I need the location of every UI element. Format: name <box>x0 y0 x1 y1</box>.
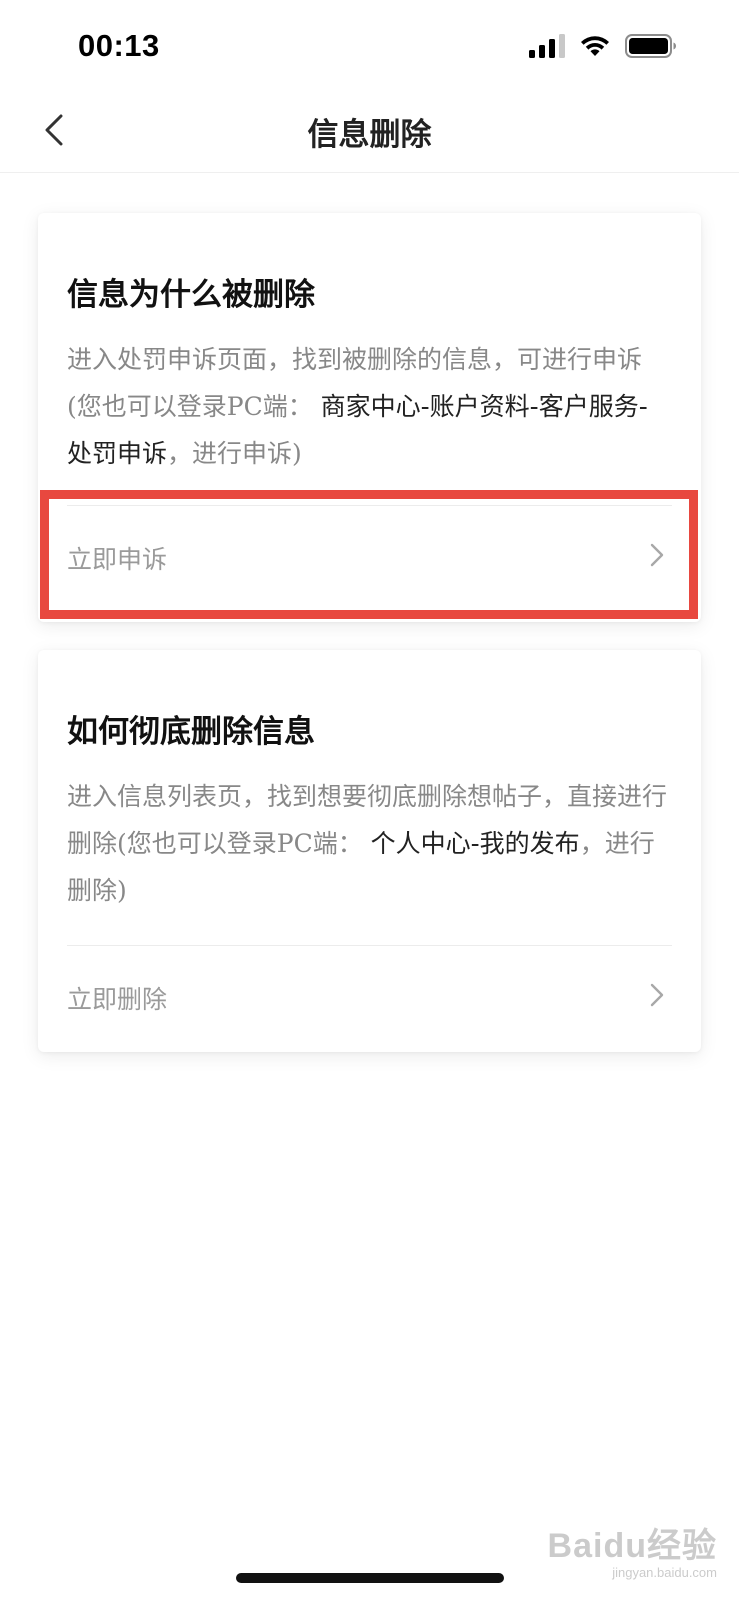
battery-icon <box>625 34 676 58</box>
status-bar: 00:13 <box>0 0 739 96</box>
card-title: 信息为什么被删除 <box>67 277 315 313</box>
appeal-now-button[interactable]: 立即申诉 <box>38 506 701 606</box>
card-why-deleted: 信息为什么被删除 进入处罚申诉页面，找到被删除的信息，可进行申诉(您也可以登录P… <box>38 213 701 622</box>
card-description: 进入处罚申诉页面，找到被删除的信息，可进行申诉(您也可以登录PC端： 商家中心-… <box>67 336 667 477</box>
watermark-url: jingyan.baidu.com <box>612 1565 717 1580</box>
status-time: 00:13 <box>78 28 160 63</box>
desc-tail: ，进行申诉) <box>167 439 302 468</box>
home-indicator <box>236 1573 504 1583</box>
signal-icon <box>529 34 565 58</box>
card-description: 进入信息列表页，找到想要彻底删除想帖子，直接进行删除(您也可以登录PC端： 个人… <box>67 773 667 914</box>
status-icons <box>529 34 677 58</box>
delete-now-button[interactable]: 立即删除 <box>38 946 701 1046</box>
wifi-icon <box>581 36 609 56</box>
chevron-right-icon <box>650 983 664 1007</box>
nav-bar: 信息删除 <box>0 96 739 173</box>
watermark-logo: Baidu经验 <box>547 1527 717 1565</box>
desc-path: 个人中心-我的发布 <box>362 829 580 858</box>
appeal-now-label: 立即申诉 <box>67 545 168 574</box>
watermark: Baidu经验 jingyan.baidu.com <box>548 1518 717 1580</box>
delete-now-label: 立即删除 <box>67 985 168 1014</box>
card-title: 如何彻底删除信息 <box>67 714 315 750</box>
page-title: 信息删除 <box>307 117 432 153</box>
card-how-to-delete: 如何彻底删除信息 进入信息列表页，找到想要彻底删除想帖子，直接进行删除(您也可以… <box>38 650 701 1052</box>
chevron-right-icon <box>650 543 664 567</box>
